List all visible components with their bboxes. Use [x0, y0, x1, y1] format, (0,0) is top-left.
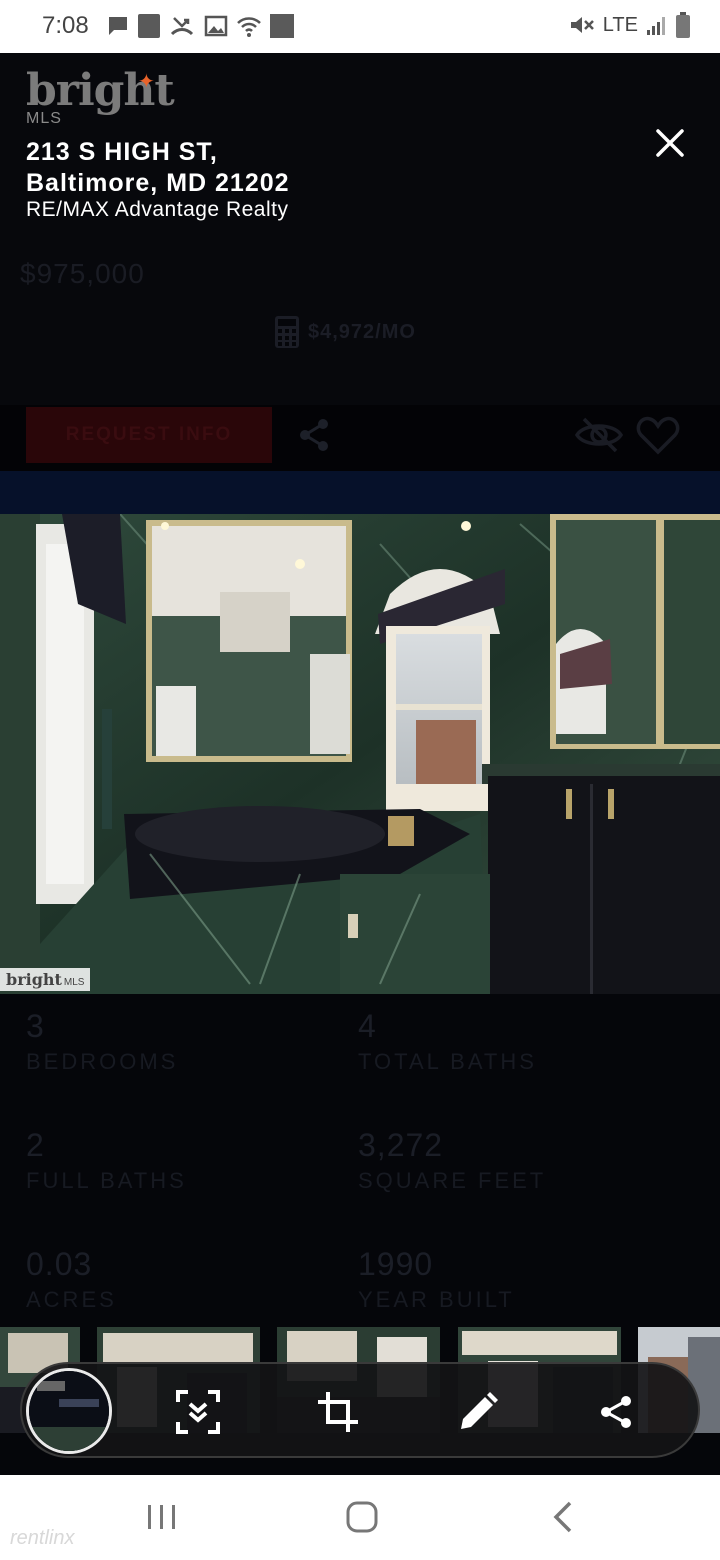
share-icon [601, 1396, 631, 1428]
fact-label: SQUARE FEET [358, 1168, 547, 1193]
fact-year-built: 1990 YEAR BUILT [358, 1246, 658, 1313]
fact-label: TOTAL BATHS [358, 1049, 537, 1074]
listing-header: bright ✦ MLS 213 S HIGH ST, Baltimore, M… [0, 53, 720, 405]
rentlinx-watermark: rentlinx [10, 1527, 75, 1549]
image-icon [204, 15, 228, 37]
section-divider [0, 471, 720, 514]
missed-call-icon [170, 17, 194, 36]
crop-icon [318, 1392, 358, 1432]
listing-page: bright ✦ MLS 213 S HIGH ST, Baltimore, M… [0, 53, 720, 1475]
fact-label: ACRES [26, 1287, 117, 1312]
share-icon[interactable] [296, 417, 332, 453]
app-icon [270, 14, 294, 38]
back-icon[interactable] [544, 1497, 584, 1537]
screenshot-preview[interactable] [26, 1368, 112, 1454]
status-time: 7:08 [42, 12, 89, 39]
listing-photo[interactable]: bright MLS [0, 514, 720, 994]
close-icon[interactable] [652, 125, 688, 161]
network-type: LTE [602, 13, 638, 36]
fact-total-baths: 4 TOTAL BATHS [358, 1008, 658, 1075]
photo-watermark: bright MLS [0, 968, 91, 991]
navigation-bar: rentlinx [0, 1475, 720, 1560]
scroll-capture-icon [176, 1390, 220, 1434]
fact-bedrooms: 3 BEDROOMS [26, 1008, 326, 1075]
scroll-capture-button[interactable] [174, 1388, 222, 1436]
hide-icon[interactable] [574, 415, 624, 455]
bathroom-photo-illustration [0, 514, 720, 994]
fact-label: BEDROOMS [26, 1049, 179, 1074]
request-info-button[interactable]: REQUEST INFO [26, 407, 272, 463]
fact-value: 4 [358, 1008, 377, 1044]
monthly-amount: $4,972/MO [308, 320, 416, 343]
square-icon [138, 14, 160, 38]
status-right: LTE [569, 12, 690, 38]
fact-label: FULL BATHS [26, 1168, 187, 1193]
listing-actions: REQUEST INFO [0, 405, 720, 471]
message-icon [109, 17, 127, 35]
property-facts: 3 BEDROOMS 4 TOTAL BATHS 2 FULL BATHS 3,… [0, 994, 720, 1324]
screenshot-toolbar [20, 1362, 700, 1458]
listing-price: $975,000 [20, 258, 145, 289]
fact-value: 3,272 [358, 1127, 444, 1163]
address-line-2: Baltimore, MD 21202 [26, 169, 290, 197]
recent-apps-icon[interactable] [142, 1497, 182, 1537]
photo-watermark-word: bright [6, 970, 62, 989]
fact-label: YEAR BUILT [358, 1287, 515, 1312]
bright-mls-logo: bright ✦ MLS [26, 65, 175, 128]
draw-button[interactable] [454, 1388, 502, 1436]
fact-value: 3 [26, 1008, 45, 1044]
address-line-1: 213 S HIGH ST, [26, 138, 218, 166]
photo-watermark-sub: MLS [63, 977, 85, 988]
listing-agency: RE/MAX Advantage Realty [26, 198, 289, 221]
fact-acres: 0.03 ACRES [26, 1246, 326, 1313]
pencil-icon [461, 1392, 498, 1429]
wifi-icon [237, 17, 261, 37]
crop-button[interactable] [314, 1388, 362, 1436]
calculator-icon [275, 316, 299, 348]
heart-icon[interactable] [636, 415, 680, 455]
battery-icon [676, 12, 690, 38]
share-button[interactable] [592, 1388, 640, 1436]
signal-icon [647, 17, 665, 35]
home-icon[interactable] [342, 1497, 382, 1537]
fact-value: 1990 [358, 1246, 434, 1282]
fact-value: 2 [26, 1127, 45, 1163]
status-bar: 7:08 LTE [0, 0, 720, 53]
brand-star-icon: ✦ [138, 69, 155, 93]
mute-icon [570, 17, 594, 33]
fact-square-feet: 3,272 SQUARE FEET [358, 1127, 658, 1194]
fact-value: 0.03 [26, 1246, 93, 1282]
fact-full-baths: 2 FULL BATHS [26, 1127, 326, 1194]
listing-address: 213 S HIGH ST, Baltimore, MD 21202 [26, 137, 290, 199]
monthly-payment[interactable]: $4,972/MO [274, 315, 416, 349]
